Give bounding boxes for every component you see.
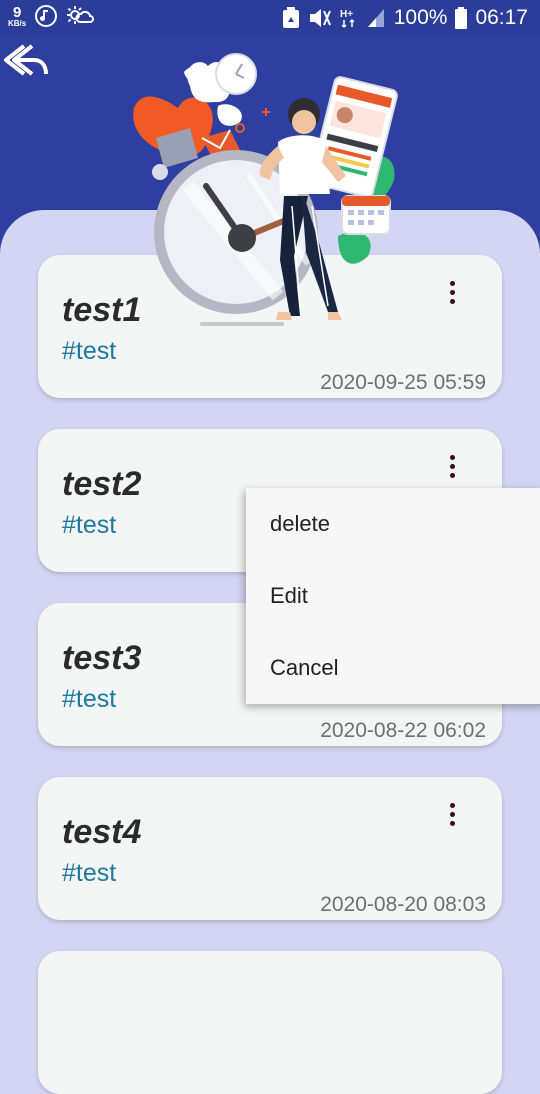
- recycle-icon: [282, 7, 299, 28]
- note-tag[interactable]: #test: [62, 859, 116, 888]
- net-speed-value: 9: [12, 3, 22, 21]
- menu-item-cancel[interactable]: Cancel: [270, 632, 530, 704]
- battery-percent: 100%: [393, 6, 448, 29]
- more-options-icon[interactable]: [446, 455, 458, 485]
- note-tag[interactable]: #test: [62, 337, 116, 366]
- status-bar: 9 KB/s H+ 100% 06:17: [0, 0, 540, 36]
- svg-text:H+: H+: [340, 9, 353, 20]
- note-card-5[interactable]: [38, 951, 502, 1094]
- note-title: test2: [62, 465, 142, 503]
- clock-time: 06:17: [475, 6, 528, 29]
- signal-icon: [367, 9, 384, 27]
- note-tag[interactable]: #test: [62, 511, 116, 540]
- note-card-4[interactable]: test4 #test 2020-08-20 08:03: [38, 777, 502, 920]
- double-back-arrow-icon[interactable]: [2, 42, 48, 78]
- hplus-icon: H+: [340, 9, 355, 29]
- note-title: test4: [62, 813, 142, 851]
- menu-item-delete[interactable]: delete: [270, 488, 530, 560]
- more-options-icon[interactable]: [446, 803, 458, 833]
- weather-icon: [67, 6, 95, 24]
- note-title: test3: [62, 639, 142, 677]
- network-speed: 9 KB/s: [8, 5, 26, 28]
- note-date: 2020-08-22 06:02: [320, 719, 486, 742]
- music-note-icon: [35, 5, 58, 27]
- note-date: 2020-08-20 08:03: [320, 893, 486, 916]
- clock-person-illustration: [133, 53, 398, 326]
- net-speed-unit: KB/s: [8, 18, 27, 28]
- note-date: 2020-09-25 05:59: [320, 371, 486, 394]
- note-options-menu: delete Edit Cancel: [246, 488, 540, 704]
- menu-item-edit[interactable]: Edit: [270, 560, 530, 632]
- battery-icon: [455, 7, 468, 29]
- mute-icon: [309, 9, 331, 27]
- note-tag[interactable]: #test: [62, 685, 116, 714]
- more-options-icon[interactable]: [446, 281, 458, 311]
